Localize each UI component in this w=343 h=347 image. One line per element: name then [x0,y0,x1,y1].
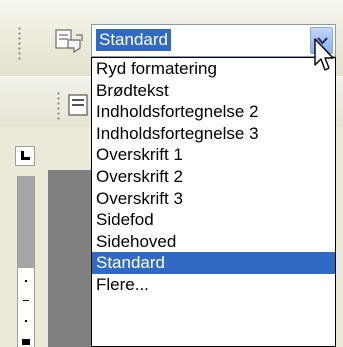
style-option-standard[interactable]: Standard [92,252,335,274]
ruler-margin [18,176,34,268]
style-option-overskrift-2[interactable]: Overskrift 2 [92,166,335,188]
style-option-overskrift-1[interactable]: Overskrift 1 [92,144,335,166]
style-option-ryd-formatering[interactable]: Ryd formatering [92,58,335,80]
toolbar-grip-handle[interactable] [57,91,60,121]
vertical-ruler[interactable] [17,176,35,347]
style-option-indholdsfortegnelse-2[interactable]: Indholdsfortegnelse 2 [92,101,335,123]
document-area [0,170,98,347]
style-option-indholdsfortegnelse-3[interactable]: Indholdsfortegnelse 3 [92,123,335,145]
style-option-sidehoved[interactable]: Sidehoved [92,231,335,253]
ruler-tick [23,300,29,301]
style-option-brodtekst[interactable]: Brødtekst [92,80,335,102]
tab-stop-selector[interactable] [15,146,35,166]
style-option-overskrift-3[interactable]: Overskrift 3 [92,188,335,210]
ruler-tick [25,280,27,282]
paragraph-style-input[interactable]: Standard [96,29,171,51]
ruler-tick [25,320,27,322]
ruler-indent-marker[interactable] [22,339,30,345]
styles-icon[interactable] [52,26,88,58]
paragraph-style-dropdown: Ryd formatering Brødtekst Indholdsforteg… [91,57,336,347]
chevron-down-icon[interactable] [310,27,333,54]
style-option-sidefod[interactable]: Sidefod [92,209,335,231]
paragraph-style-combobox[interactable]: Standard [91,24,336,57]
toolbar-grip-handle[interactable] [18,26,21,60]
toolbar-button-icon[interactable] [64,89,94,119]
style-option-flere[interactable]: Flere... [92,274,335,296]
